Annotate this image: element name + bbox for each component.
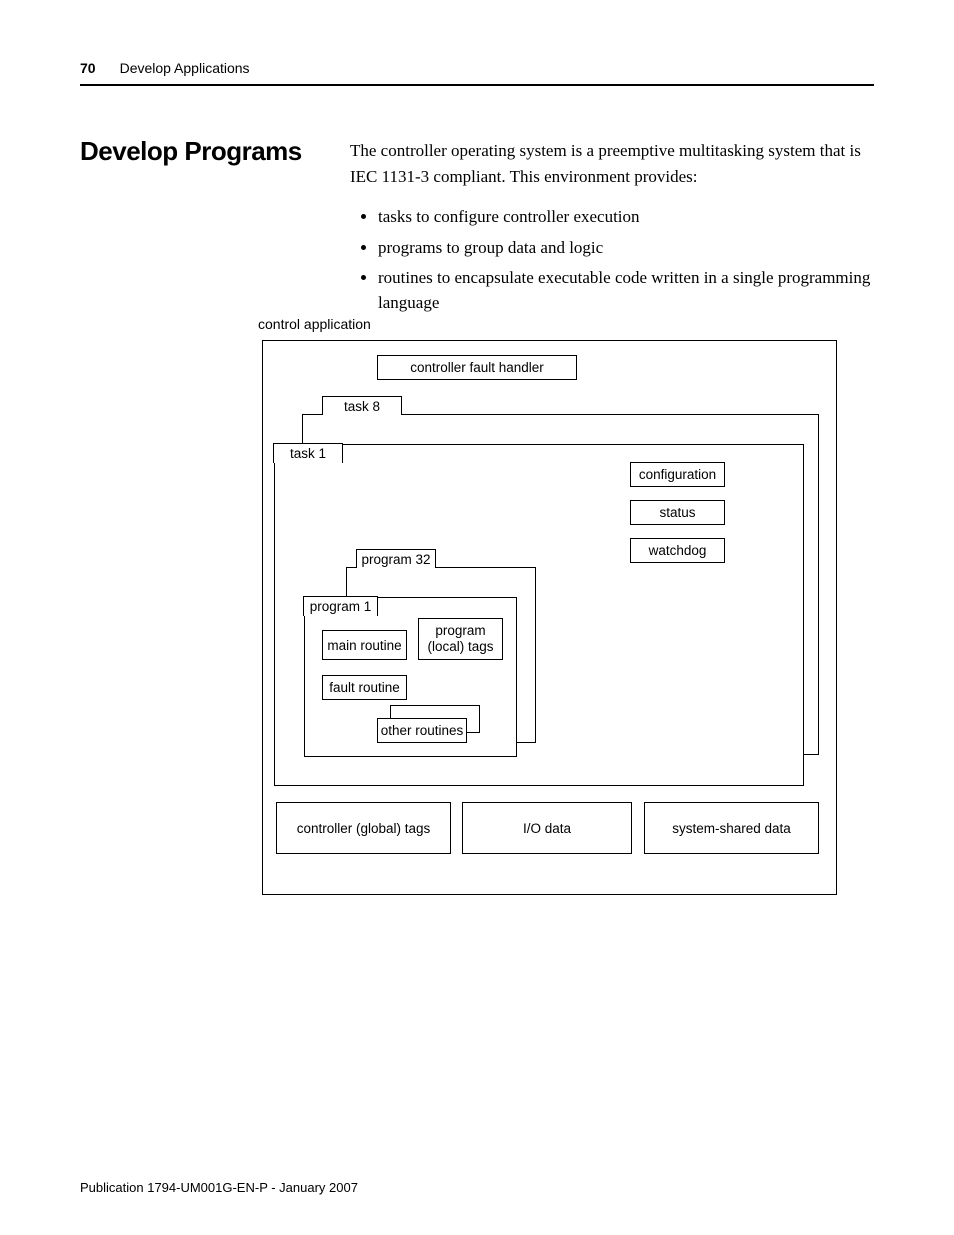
- program-32-label: program 32: [356, 549, 436, 568]
- intro-bullets: tasks to configure controller execution …: [378, 205, 874, 316]
- main-routine-box: main routine: [322, 630, 407, 660]
- status-box: status: [630, 500, 725, 525]
- program-1-label: program 1: [303, 596, 378, 616]
- fault-routine-box: fault routine: [322, 675, 407, 700]
- publication-footer: Publication 1794-UM001G-EN-P - January 2…: [80, 1180, 358, 1195]
- page-number: 70: [80, 60, 96, 76]
- intro-text: The controller operating system is a pre…: [350, 138, 874, 322]
- program-local-tags-box: program (local) tags: [418, 618, 503, 660]
- configuration-box: configuration: [630, 462, 725, 487]
- task-1-label: task 1: [273, 443, 343, 463]
- bullet-item: programs to group data and logic: [378, 236, 874, 261]
- watchdog-box: watchdog: [630, 538, 725, 563]
- io-data-box: I/O data: [462, 802, 632, 854]
- control-application-diagram: controller fault handler task 8 task 1 c…: [262, 340, 842, 900]
- bullet-item: routines to encapsulate executable code …: [378, 266, 874, 315]
- intro-paragraph: The controller operating system is a pre…: [350, 138, 874, 189]
- chapter-title: Develop Applications: [120, 60, 250, 76]
- section-title: Develop Programs: [80, 136, 302, 167]
- task-8-label: task 8: [322, 396, 402, 415]
- bullet-item: tasks to configure controller execution: [378, 205, 874, 230]
- system-shared-data-box: system-shared data: [644, 802, 819, 854]
- page-header: 70 Develop Applications: [80, 60, 874, 86]
- controller-fault-handler-box: controller fault handler: [377, 355, 577, 380]
- diagram-title: control application: [258, 316, 371, 332]
- controller-global-tags-box: controller (global) tags: [276, 802, 451, 854]
- other-routines-box: other routines: [377, 718, 467, 743]
